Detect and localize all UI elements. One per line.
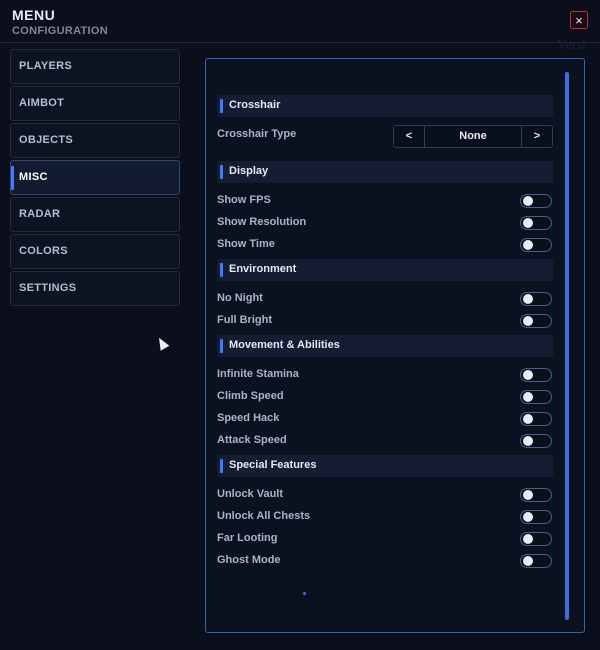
- ghost-mode-label: Ghost Mode: [217, 554, 281, 566]
- toggle-knob: [523, 490, 533, 500]
- toggle-knob: [523, 392, 533, 402]
- menu-header: MENU CONFIGURATION ×: [0, 0, 600, 42]
- full-bright-label: Full Bright: [217, 314, 272, 326]
- climb-speed-toggle[interactable]: [520, 390, 552, 404]
- section-movement: Movement & Abilities: [217, 335, 553, 357]
- section-title: Movement & Abilities: [229, 339, 340, 351]
- sidebar-item-label: MISC: [19, 171, 48, 183]
- panel-scrollbar[interactable]: [565, 72, 569, 620]
- sidebar-item-radar[interactable]: RADAR: [10, 197, 180, 232]
- far-looting-label: Far Looting: [217, 532, 278, 544]
- section-display: Display: [217, 161, 553, 183]
- section-title: Environment: [229, 263, 297, 275]
- show-time-label: Show Time: [217, 238, 275, 250]
- close-button[interactable]: ×: [570, 11, 588, 29]
- menu-subtitle: CONFIGURATION: [12, 25, 108, 37]
- sidebar-item-label: COLORS: [19, 245, 68, 257]
- sidebar-item-objects[interactable]: OBJECTS: [10, 123, 180, 158]
- attack-speed-label: Attack Speed: [217, 434, 287, 446]
- sidebar-item-label: RADAR: [19, 208, 61, 220]
- crosshair-next-button[interactable]: >: [521, 126, 552, 147]
- toggle-knob: [523, 414, 533, 424]
- section-title: Crosshair: [229, 99, 281, 111]
- toggle-knob: [523, 240, 533, 250]
- section-title: Special Features: [229, 459, 317, 471]
- section-environment: Environment: [217, 259, 553, 281]
- sidebar-item-label: SETTINGS: [19, 282, 77, 294]
- menu-window: Versi MENU CONFIGURATION × PLAYERS AIMBO…: [0, 0, 600, 650]
- toggle-knob: [523, 294, 533, 304]
- toggle-knob: [523, 436, 533, 446]
- infinite-stamina-toggle[interactable]: [520, 368, 552, 382]
- climb-speed-label: Climb Speed: [217, 390, 284, 402]
- header-divider: [0, 42, 600, 43]
- sidebar-item-label: PLAYERS: [19, 60, 73, 72]
- section-title: Display: [229, 165, 269, 177]
- unlock-vault-toggle[interactable]: [520, 488, 552, 502]
- speed-hack-label: Speed Hack: [217, 412, 280, 424]
- far-looting-toggle[interactable]: [520, 532, 552, 546]
- show-fps-toggle[interactable]: [520, 194, 552, 208]
- infinite-stamina-label: Infinite Stamina: [217, 368, 299, 380]
- section-crosshair: Crosshair: [217, 95, 553, 117]
- toggle-knob: [523, 556, 533, 566]
- speed-hack-toggle[interactable]: [520, 412, 552, 426]
- section-special-features: Special Features: [217, 455, 553, 477]
- menu-title: MENU: [12, 7, 56, 23]
- sidebar-item-settings[interactable]: SETTINGS: [10, 271, 180, 306]
- sidebar-item-label: OBJECTS: [19, 134, 74, 146]
- toggle-knob: [523, 196, 533, 206]
- sidebar-item-label: AIMBOT: [19, 97, 65, 109]
- toggle-knob: [523, 534, 533, 544]
- attack-speed-toggle[interactable]: [520, 434, 552, 448]
- show-fps-label: Show FPS: [217, 194, 271, 206]
- toggle-knob: [523, 218, 533, 228]
- toggle-knob: [523, 316, 533, 326]
- sidebar-item-aimbot[interactable]: AIMBOT: [10, 86, 180, 121]
- sidebar-item-colors[interactable]: COLORS: [10, 234, 180, 269]
- full-bright-toggle[interactable]: [520, 314, 552, 328]
- no-night-label: No Night: [217, 292, 263, 304]
- unlock-all-chests-label: Unlock All Chests: [217, 510, 311, 522]
- crosshair-type-value: None: [459, 130, 487, 142]
- mouse-cursor-icon: [154, 335, 170, 351]
- toggle-knob: [523, 512, 533, 522]
- ghost-mode-toggle[interactable]: [520, 554, 552, 568]
- no-night-toggle[interactable]: [520, 292, 552, 306]
- crosshair-type-selector: < None >: [393, 125, 553, 148]
- sidebar-item-players[interactable]: PLAYERS: [10, 49, 180, 84]
- panel-dot: [303, 592, 306, 595]
- unlock-vault-label: Unlock Vault: [217, 488, 284, 500]
- show-resolution-label: Show Resolution: [217, 216, 307, 228]
- crosshair-prev-button[interactable]: <: [394, 126, 425, 147]
- crosshair-type-label: Crosshair Type: [217, 128, 297, 140]
- show-time-toggle[interactable]: [520, 238, 552, 252]
- unlock-all-chests-toggle[interactable]: [520, 510, 552, 524]
- sidebar-item-misc[interactable]: MISC: [10, 160, 180, 195]
- close-icon: ×: [575, 13, 583, 28]
- toggle-knob: [523, 370, 533, 380]
- show-resolution-toggle[interactable]: [520, 216, 552, 230]
